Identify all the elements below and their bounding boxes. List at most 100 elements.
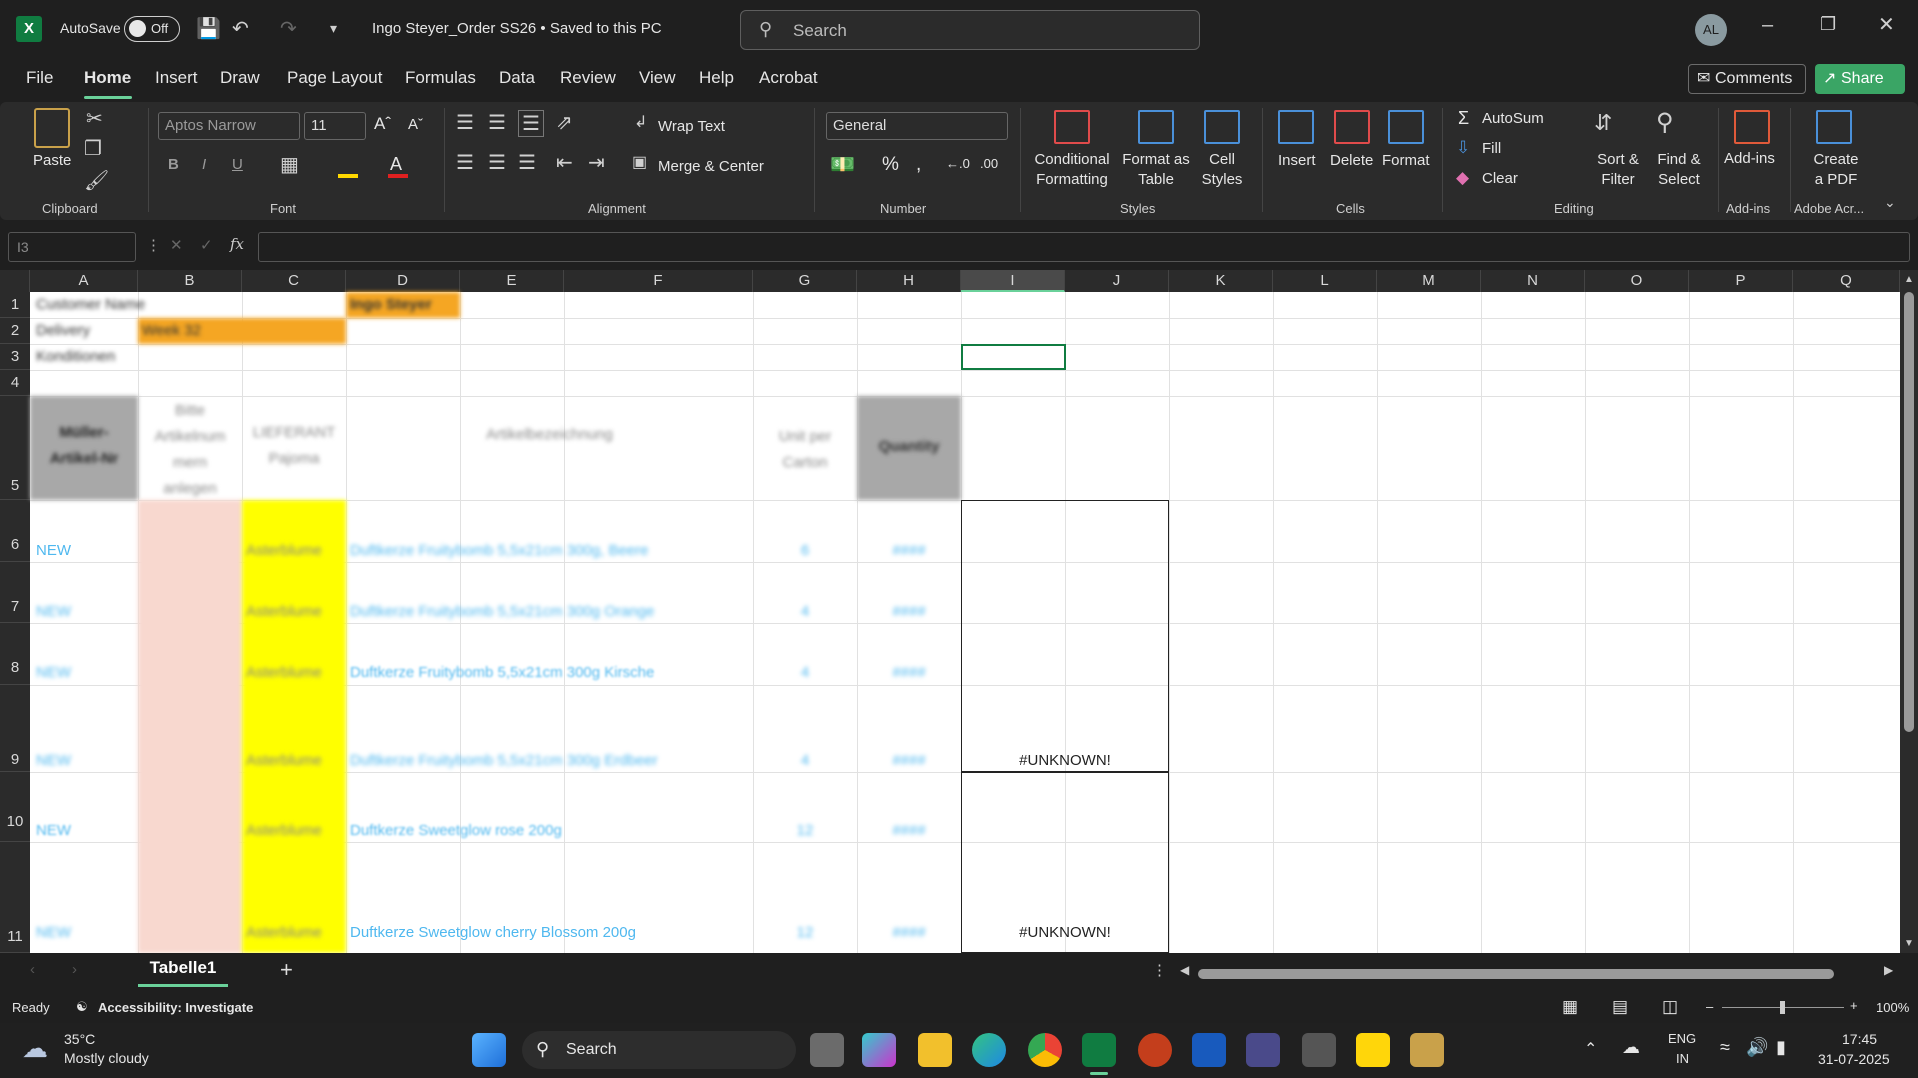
vertical-scroll-thumb[interactable] <box>1904 292 1914 732</box>
row-header-1[interactable]: 1 <box>0 292 30 318</box>
delete-cells-icon[interactable] <box>1334 110 1370 144</box>
onedrive-icon[interactable]: ☁ <box>1622 1037 1640 1058</box>
cell-a3[interactable]: Konditionen <box>36 348 115 365</box>
percent-icon[interactable]: % <box>882 154 899 176</box>
cell-g9[interactable]: 4 <box>753 752 857 769</box>
decrease-indent-icon[interactable]: ⇤ <box>556 150 573 175</box>
cell-d7[interactable]: Duftkerze Fruitybomb 5,5x21cm 300g Orang… <box>350 603 654 620</box>
autosum-label[interactable]: AutoSum <box>1482 110 1544 127</box>
insert-cells-label[interactable]: Insert <box>1278 152 1316 169</box>
align-left-icon[interactable]: ☰ <box>456 150 474 175</box>
cell-h8[interactable]: #### <box>857 664 961 681</box>
name-box[interactable]: I3 <box>8 232 136 262</box>
cell-c6[interactable]: Asterblume <box>246 542 322 559</box>
clock-time[interactable]: 17:45 <box>1842 1031 1877 1047</box>
copy-icon[interactable]: ❐ <box>84 136 102 161</box>
zoom-in-icon[interactable]: + <box>1850 998 1858 1013</box>
row-header-10[interactable]: 10 <box>0 772 30 842</box>
prev-sheet-icon[interactable]: ‹ <box>30 961 35 978</box>
row-header-4[interactable]: 4 <box>0 370 30 396</box>
clear-icon[interactable]: ◆ <box>1456 168 1469 188</box>
accessibility-status[interactable]: Accessibility: Investigate <box>98 1000 253 1015</box>
redo-icon[interactable]: ↷ <box>280 16 297 41</box>
cell-h6[interactable]: #### <box>857 542 961 559</box>
merge-center-label[interactable]: Merge & Center <box>658 158 764 175</box>
menu-acrobat[interactable]: Acrobat <box>759 68 818 88</box>
wifi-icon[interactable]: ≈ <box>1720 1037 1730 1058</box>
clock-date[interactable]: 31-07-2025 <box>1818 1051 1890 1067</box>
sort-filter-icon[interactable]: ⇵ <box>1594 110 1612 136</box>
cell-a5[interactable]: Müller- Artikel-Nr <box>30 420 138 472</box>
normal-view-icon[interactable]: ▦ <box>1562 997 1578 1017</box>
cell-g6[interactable]: 6 <box>753 542 857 559</box>
column-header-e[interactable]: E <box>460 270 564 292</box>
merged-cell-i6-j9[interactable] <box>961 500 1169 772</box>
cell-g8[interactable]: 4 <box>753 664 857 681</box>
column-header-c[interactable]: C <box>242 270 346 292</box>
create-pdf-icon[interactable] <box>1816 110 1852 144</box>
weather-icon[interactable]: ☁ <box>22 1033 48 1064</box>
cell-h10[interactable]: #### <box>857 822 961 839</box>
fill-label[interactable]: Fill <box>1482 140 1501 157</box>
decrease-decimal-icon[interactable]: .00 <box>980 156 998 171</box>
cell-h11[interactable]: #### <box>857 924 961 941</box>
cut-icon[interactable]: ✂ <box>86 106 103 131</box>
column-header-l[interactable]: L <box>1273 270 1377 292</box>
wrap-text-icon[interactable]: ↲ <box>634 112 647 132</box>
column-header-f[interactable]: F <box>564 270 753 292</box>
cell-styles-label[interactable]: Cell Styles <box>1192 150 1252 190</box>
scroll-up-icon[interactable]: ▲ <box>1904 274 1914 285</box>
wrap-text-label[interactable]: Wrap Text <box>658 118 725 135</box>
font-size-select[interactable]: 11 <box>304 112 366 140</box>
battery-icon[interactable]: ▮ <box>1776 1037 1786 1058</box>
row-header-9[interactable]: 9 <box>0 685 30 772</box>
menu-home[interactable]: Home <box>84 68 131 88</box>
increase-decimal-icon[interactable]: ←.0 <box>946 156 970 171</box>
more-options-icon[interactable]: ⋮ <box>146 236 161 254</box>
cell-c11[interactable]: Asterblume <box>246 924 322 941</box>
bold-icon[interactable]: B <box>168 156 179 173</box>
search-box[interactable]: ⚲ Search <box>740 10 1200 50</box>
paste-icon[interactable] <box>34 108 70 148</box>
conditional-formatting-label[interactable]: Conditional Formatting <box>1032 150 1112 190</box>
comments-button[interactable]: ✉ Comments <box>1688 64 1806 94</box>
powerpoint-icon[interactable] <box>1138 1033 1172 1067</box>
paste-label[interactable]: Paste <box>33 152 71 169</box>
control-panel-icon[interactable] <box>1410 1033 1444 1067</box>
language-line2[interactable]: IN <box>1676 1051 1689 1066</box>
row-header-11[interactable]: 11 <box>0 842 30 953</box>
close-icon[interactable]: ✕ <box>1878 12 1895 37</box>
cell-h9[interactable]: #### <box>857 752 961 769</box>
column-header-j[interactable]: J <box>1065 270 1169 292</box>
zoom-out-icon[interactable]: – <box>1706 999 1713 1014</box>
cell-a9[interactable]: NEW <box>36 752 71 769</box>
undo-icon[interactable]: ↶ <box>232 16 249 41</box>
column-header-a[interactable]: A <box>30 270 138 292</box>
zoom-slider-thumb[interactable] <box>1780 1001 1785 1014</box>
column-header-k[interactable]: K <box>1169 270 1273 292</box>
menu-data[interactable]: Data <box>499 68 535 88</box>
cell-d10[interactable]: Duftkerze Sweetglow rose 200g <box>350 822 562 839</box>
volume-icon[interactable]: 🔊 <box>1746 1037 1768 1058</box>
cell-c7[interactable]: Asterblume <box>246 603 322 620</box>
restore-icon[interactable]: ❐ <box>1820 14 1836 35</box>
decrease-font-icon[interactable]: Aˇ <box>408 116 423 133</box>
sort-filter-label[interactable]: Sort & Filter <box>1588 150 1648 190</box>
find-select-label[interactable]: Find & Select <box>1648 150 1710 190</box>
number-format-select[interactable]: General <box>826 112 1008 140</box>
find-select-icon[interactable]: ⚲ <box>1656 108 1674 137</box>
autosave-toggle[interactable]: Off <box>124 16 180 42</box>
cell-a2[interactable]: Delivery <box>36 322 90 339</box>
selected-cell-i3[interactable] <box>961 344 1066 370</box>
center-icon[interactable]: ☰ <box>488 150 506 175</box>
cancel-entry-icon[interactable]: ✕ <box>170 236 183 254</box>
column-header-d[interactable]: D <box>346 270 460 292</box>
menu-view[interactable]: View <box>639 68 676 88</box>
column-header-q[interactable]: Q <box>1793 270 1900 292</box>
column-header-h[interactable]: H <box>857 270 961 292</box>
cell-c10[interactable]: Asterblume <box>246 822 322 839</box>
minimize-icon[interactable]: – <box>1762 14 1773 37</box>
cell-c5[interactable]: LIEFERANT Pajoma <box>242 420 346 472</box>
cell-i11[interactable]: #UNKNOWN! <box>961 924 1169 941</box>
collapse-ribbon-icon[interactable]: ⌄ <box>1884 194 1896 211</box>
